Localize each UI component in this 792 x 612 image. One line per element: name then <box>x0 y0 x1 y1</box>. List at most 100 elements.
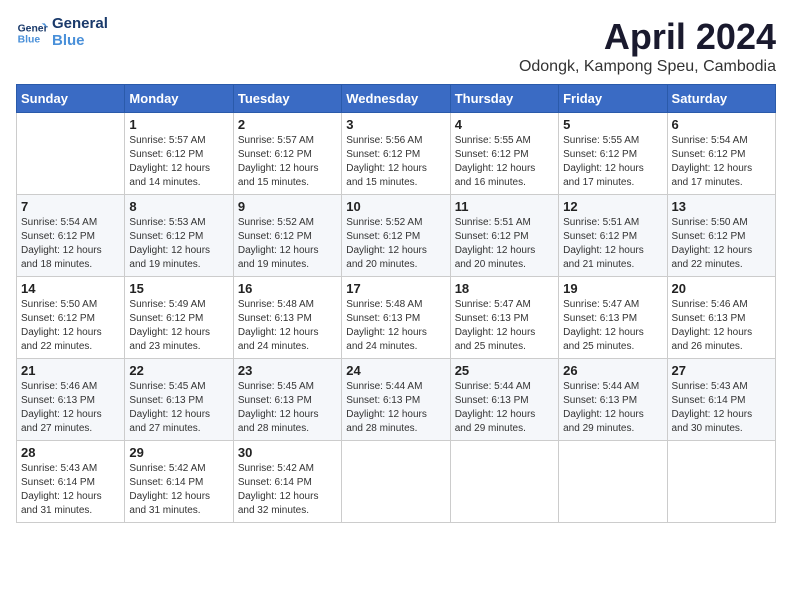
day-number: 10 <box>346 199 445 214</box>
day-cell: 24 Sunrise: 5:44 AM Sunset: 6:13 PM Dayli… <box>342 359 450 441</box>
day-info: Sunrise: 5:44 AM Sunset: 6:13 PM Dayligh… <box>346 380 445 436</box>
day-info: Sunrise: 5:45 AM Sunset: 6:13 PM Dayligh… <box>238 380 337 436</box>
day-number: 15 <box>129 281 228 296</box>
day-cell <box>667 441 775 523</box>
day-cell <box>559 441 667 523</box>
day-info: Sunrise: 5:50 AM Sunset: 6:12 PM Dayligh… <box>672 216 771 272</box>
day-cell: 20 Sunrise: 5:46 AM Sunset: 6:13 PM Dayli… <box>667 277 775 359</box>
day-number: 13 <box>672 199 771 214</box>
day-number: 8 <box>129 199 228 214</box>
day-number: 14 <box>21 281 120 296</box>
day-number: 3 <box>346 117 445 132</box>
day-info: Sunrise: 5:56 AM Sunset: 6:12 PM Dayligh… <box>346 134 445 190</box>
day-cell: 21 Sunrise: 5:46 AM Sunset: 6:13 PM Dayli… <box>17 359 125 441</box>
header-cell-tuesday: Tuesday <box>233 85 341 113</box>
day-cell: 23 Sunrise: 5:45 AM Sunset: 6:13 PM Dayli… <box>233 359 341 441</box>
day-number: 25 <box>455 363 554 378</box>
week-row-3: 14 Sunrise: 5:50 AM Sunset: 6:12 PM Dayli… <box>17 277 776 359</box>
day-cell <box>17 113 125 195</box>
week-row-5: 28 Sunrise: 5:43 AM Sunset: 6:14 PM Dayli… <box>17 441 776 523</box>
header-cell-saturday: Saturday <box>667 85 775 113</box>
day-info: Sunrise: 5:48 AM Sunset: 6:13 PM Dayligh… <box>238 298 337 354</box>
title-block: April 2024 Odongk, Kampong Speu, Cambodi… <box>519 16 776 76</box>
header-row: SundayMondayTuesdayWednesdayThursdayFrid… <box>17 85 776 113</box>
day-info: Sunrise: 5:44 AM Sunset: 6:13 PM Dayligh… <box>563 380 662 436</box>
logo-line2: Blue <box>52 33 108 50</box>
day-cell: 15Sunrise: 5:49 AM Sunset: 6:12 PM Dayli… <box>125 277 233 359</box>
day-info: Sunrise: 5:55 AM Sunset: 6:12 PM Dayligh… <box>455 134 554 190</box>
day-info: Sunrise: 5:53 AM Sunset: 6:12 PM Dayligh… <box>129 216 228 272</box>
page-header: General Blue General Blue April 2024 Odo… <box>16 16 776 76</box>
day-cell: 18 Sunrise: 5:47 AM Sunset: 6:13 PM Dayli… <box>450 277 558 359</box>
day-info: Sunrise: 5:50 AM Sunset: 6:12 PM Dayligh… <box>21 298 120 354</box>
day-number: 4 <box>455 117 554 132</box>
day-info: Sunrise: 5:52 AM Sunset: 6:12 PM Dayligh… <box>238 216 337 272</box>
week-row-4: 21 Sunrise: 5:46 AM Sunset: 6:13 PM Dayli… <box>17 359 776 441</box>
day-info: Sunrise: 5:47 AM Sunset: 6:13 PM Dayligh… <box>455 298 554 354</box>
day-number: 21 <box>21 363 120 378</box>
day-cell: 30Sunrise: 5:42 AM Sunset: 6:14 PM Dayli… <box>233 441 341 523</box>
day-number: 12 <box>563 199 662 214</box>
logo: General Blue General Blue <box>16 16 108 49</box>
day-number: 16 <box>238 281 337 296</box>
day-cell: 8 Sunrise: 5:53 AM Sunset: 6:12 PM Daylig… <box>125 195 233 277</box>
week-row-1: 1Sunrise: 5:57 AM Sunset: 6:12 PM Daylig… <box>17 113 776 195</box>
day-info: Sunrise: 5:54 AM Sunset: 6:12 PM Dayligh… <box>21 216 120 272</box>
header-cell-thursday: Thursday <box>450 85 558 113</box>
day-cell: 26 Sunrise: 5:44 AM Sunset: 6:13 PM Dayli… <box>559 359 667 441</box>
header-cell-monday: Monday <box>125 85 233 113</box>
day-number: 22 <box>129 363 228 378</box>
svg-text:General: General <box>18 23 48 34</box>
day-cell: 22 Sunrise: 5:45 AM Sunset: 6:13 PM Dayli… <box>125 359 233 441</box>
calendar-table: SundayMondayTuesdayWednesdayThursdayFrid… <box>16 84 776 523</box>
day-cell: 2 Sunrise: 5:57 AM Sunset: 6:12 PM Daylig… <box>233 113 341 195</box>
day-cell: 17 Sunrise: 5:48 AM Sunset: 6:13 PM Dayli… <box>342 277 450 359</box>
day-number: 29 <box>129 445 228 460</box>
svg-text:Blue: Blue <box>18 34 41 45</box>
day-number: 7 <box>21 199 120 214</box>
day-info: Sunrise: 5:57 AM Sunset: 6:12 PM Dayligh… <box>238 134 337 190</box>
day-cell: 10 Sunrise: 5:52 AM Sunset: 6:12 PM Dayli… <box>342 195 450 277</box>
day-number: 20 <box>672 281 771 296</box>
day-number: 17 <box>346 281 445 296</box>
day-cell: 14 Sunrise: 5:50 AM Sunset: 6:12 PM Dayli… <box>17 277 125 359</box>
week-row-2: 7 Sunrise: 5:54 AM Sunset: 6:12 PM Daylig… <box>17 195 776 277</box>
day-info: Sunrise: 5:43 AM Sunset: 6:14 PM Dayligh… <box>21 462 120 518</box>
day-info: Sunrise: 5:54 AM Sunset: 6:12 PM Dayligh… <box>672 134 771 190</box>
logo-icon: General Blue <box>16 17 48 49</box>
day-number: 28 <box>21 445 120 460</box>
day-cell: 25Sunrise: 5:44 AM Sunset: 6:13 PM Dayli… <box>450 359 558 441</box>
day-info: Sunrise: 5:57 AM Sunset: 6:12 PM Dayligh… <box>129 134 228 190</box>
month-title: April 2024 <box>519 16 776 58</box>
day-info: Sunrise: 5:46 AM Sunset: 6:13 PM Dayligh… <box>672 298 771 354</box>
day-cell: 1Sunrise: 5:57 AM Sunset: 6:12 PM Daylig… <box>125 113 233 195</box>
day-number: 30 <box>238 445 337 460</box>
day-cell <box>450 441 558 523</box>
logo-line1: General <box>52 16 108 33</box>
day-info: Sunrise: 5:46 AM Sunset: 6:13 PM Dayligh… <box>21 380 120 436</box>
day-info: Sunrise: 5:45 AM Sunset: 6:13 PM Dayligh… <box>129 380 228 436</box>
header-cell-friday: Friday <box>559 85 667 113</box>
header-cell-wednesday: Wednesday <box>342 85 450 113</box>
day-number: 6 <box>672 117 771 132</box>
day-number: 2 <box>238 117 337 132</box>
day-number: 18 <box>455 281 554 296</box>
location-title: Odongk, Kampong Speu, Cambodia <box>519 58 776 76</box>
day-cell: 4 Sunrise: 5:55 AM Sunset: 6:12 PM Daylig… <box>450 113 558 195</box>
day-cell: 19Sunrise: 5:47 AM Sunset: 6:13 PM Dayli… <box>559 277 667 359</box>
day-number: 26 <box>563 363 662 378</box>
day-info: Sunrise: 5:55 AM Sunset: 6:12 PM Dayligh… <box>563 134 662 190</box>
day-cell: 7 Sunrise: 5:54 AM Sunset: 6:12 PM Daylig… <box>17 195 125 277</box>
day-info: Sunrise: 5:51 AM Sunset: 6:12 PM Dayligh… <box>563 216 662 272</box>
day-cell: 12 Sunrise: 5:51 AM Sunset: 6:12 PM Dayli… <box>559 195 667 277</box>
day-cell: 9Sunrise: 5:52 AM Sunset: 6:12 PM Daylig… <box>233 195 341 277</box>
day-info: Sunrise: 5:42 AM Sunset: 6:14 PM Dayligh… <box>129 462 228 518</box>
header-cell-sunday: Sunday <box>17 85 125 113</box>
day-number: 5 <box>563 117 662 132</box>
day-info: Sunrise: 5:51 AM Sunset: 6:12 PM Dayligh… <box>455 216 554 272</box>
day-number: 23 <box>238 363 337 378</box>
day-info: Sunrise: 5:48 AM Sunset: 6:13 PM Dayligh… <box>346 298 445 354</box>
day-info: Sunrise: 5:47 AM Sunset: 6:13 PM Dayligh… <box>563 298 662 354</box>
day-number: 24 <box>346 363 445 378</box>
day-info: Sunrise: 5:52 AM Sunset: 6:12 PM Dayligh… <box>346 216 445 272</box>
